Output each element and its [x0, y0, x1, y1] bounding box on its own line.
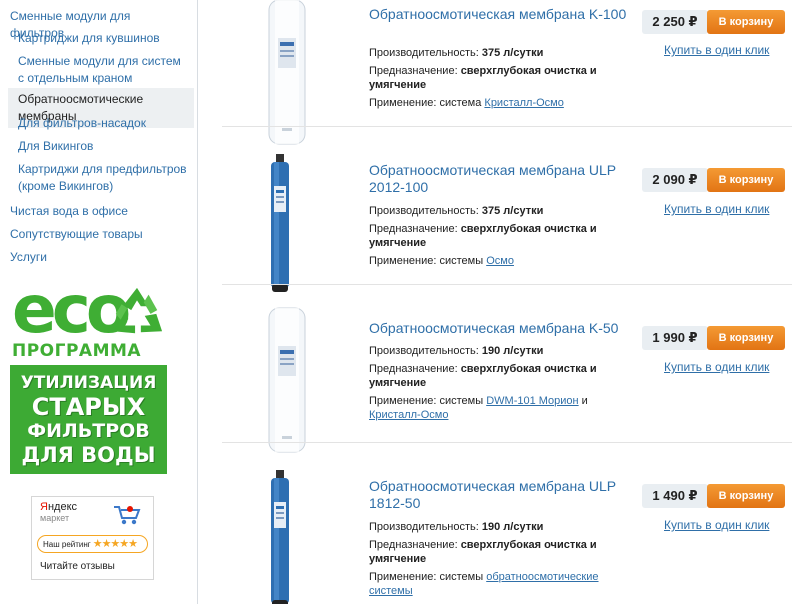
sidebar: Сменные модули для фильтров Картриджи дл… — [0, 0, 198, 604]
nav-item-viking[interactable]: Для Викингов — [0, 135, 197, 158]
recycle-icon — [113, 287, 163, 334]
shopping-cart-icon — [114, 506, 141, 525]
system-link[interactable]: Осмо — [486, 255, 514, 267]
purpose-line: Предназначение: сверхглубокая очистка и … — [369, 539, 597, 565]
nav-item-office-water[interactable]: Чистая вода в офисе — [0, 199, 197, 224]
eco-line-3: ФИЛЬТРОВ — [27, 420, 150, 442]
nav-item-prefilter-cartridges[interactable]: Картриджи для предфильтров (кроме Викинг… — [0, 158, 197, 198]
eco-banner-text: УТИЛИЗАЦИЯ СТАРЫХ ФИЛЬТРОВ ДЛЯ ВОДЫ — [10, 365, 167, 474]
nav-item-pitcher-cartridges[interactable]: Картриджи для кувшинов — [0, 27, 197, 50]
productivity-line: Производительность: 375 л/сутки — [369, 47, 544, 59]
one-click-buy-link[interactable]: Купить в один клик — [664, 202, 769, 216]
application-line: Применение: системы DWM-101 Морион и Кри… — [369, 395, 588, 421]
read-reviews-link[interactable]: Читайте отзывы — [40, 561, 115, 572]
price-tag: 1 490 ₽ — [642, 484, 708, 508]
product-title-link[interactable]: Обратноосмотическая мембрана K-50 — [369, 320, 631, 337]
product-title-link[interactable]: Обратноосмотическая мембрана ULP 2012-10… — [369, 162, 631, 196]
eco-program-banner[interactable]: eco ПРОГРАММА УТИЛИЗАЦИЯ СТАРЫХ ФИЛЬТРОВ… — [10, 275, 167, 474]
system-link[interactable]: DWM-101 Морион — [486, 395, 578, 407]
product-card: Обратноосмотическая мембрана ULP 1812-50… — [222, 444, 792, 604]
product-divider — [222, 442, 792, 443]
rating-badge: Наш рейтинг ★★★★★ — [37, 535, 148, 553]
yandex-logo: Яндекс — [40, 501, 77, 513]
product-card: Обратноосмотическая мембрана ULP 2012-10… — [222, 128, 792, 292]
eco-line-4: ДЛЯ ВОДЫ — [21, 443, 156, 467]
purpose-line: Предназначение: сверхглубокая очистка и … — [369, 65, 597, 91]
purpose-line: Предназначение: сверхглубокая очистка и … — [369, 363, 597, 389]
eco-line-2: СТАРЫХ — [31, 393, 146, 421]
product-card: Обратноосмотическая мембрана K-50 Произво… — [222, 286, 792, 453]
application-line: Применение: системы Осмо — [369, 255, 514, 267]
purpose-line: Предназначение: сверхглубокая очистка и … — [369, 223, 597, 249]
market-label: маркет — [40, 513, 70, 523]
add-to-cart-button[interactable]: В корзину — [707, 10, 785, 34]
add-to-cart-button[interactable]: В корзину — [707, 484, 785, 508]
system-link[interactable]: Кристалл-Осмо — [369, 409, 448, 421]
price-tag: 2 090 ₽ — [642, 168, 708, 192]
product-title-link[interactable]: Обратноосмотическая мембрана K-100 — [369, 6, 631, 23]
rating-stars-icon: ★★★★★ — [92, 538, 138, 550]
eco-line-1: УТИЛИЗАЦИЯ — [20, 373, 157, 393]
one-click-buy-link[interactable]: Купить в один клик — [664, 518, 769, 532]
nav-item-services[interactable]: Услуги — [0, 245, 197, 270]
product-specs: Производительность: 375 л/сутки Предназна… — [369, 46, 631, 110]
productivity-line: Производительность: 190 л/сутки — [369, 345, 544, 357]
application-line: Применение: системы обратноосмотические … — [369, 571, 599, 597]
nav-item-faucet-filters[interactable]: Для фильтров-насадок — [0, 112, 197, 135]
product-specs: Производительность: 375 л/сутки Предназна… — [369, 204, 631, 268]
product-specs: Производительность: 190 л/сутки Предназна… — [369, 344, 631, 422]
one-click-buy-link[interactable]: Купить в один клик — [664, 43, 769, 57]
nav-item-separate-tap-modules[interactable]: Сменные модули для систем с отдельным кр… — [0, 50, 197, 90]
application-line: Применение: система Кристалл-Осмо — [369, 97, 564, 109]
eco-logo: eco ПРОГРАММА — [10, 275, 167, 365]
price-tag: 1 990 ₽ — [642, 326, 708, 350]
add-to-cart-button[interactable]: В корзину — [707, 326, 785, 350]
nav-item-accessories[interactable]: Сопутствующие товары — [0, 222, 197, 247]
eco-program-subtitle: ПРОГРАММА — [12, 341, 142, 361]
product-divider — [222, 284, 792, 285]
add-to-cart-button[interactable]: В корзину — [707, 168, 785, 192]
productivity-line: Производительность: 375 л/сутки — [369, 205, 544, 217]
price-tag: 2 250 ₽ — [642, 10, 708, 34]
product-divider — [222, 126, 792, 127]
product-title-link[interactable]: Обратноосмотическая мембрана ULP 1812-50 — [369, 478, 631, 512]
product-specs: Производительность: 190 л/сутки Предназна… — [369, 520, 631, 598]
productivity-line: Производительность: 190 л/сутки — [369, 521, 544, 533]
yandex-market-rating-widget[interactable]: Яндекс маркет Наш рейтинг ★★★★★ Читайте о… — [31, 496, 154, 580]
one-click-buy-link[interactable]: Купить в один клик — [664, 360, 769, 374]
system-link[interactable]: Кристалл-Осмо — [484, 97, 563, 109]
